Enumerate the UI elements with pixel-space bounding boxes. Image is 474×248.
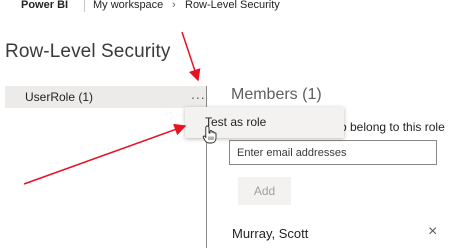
email-addresses-input[interactable]: [229, 140, 437, 165]
member-name: Murray, Scott: [232, 226, 309, 241]
topbar-divider: [84, 0, 85, 12]
page-title: Row-Level Security: [5, 41, 171, 62]
breadcrumb-my-workspace[interactable]: My workspace: [93, 0, 163, 12]
top-bar: Power BI My workspace › Row-Level Securi…: [0, 0, 474, 13]
members-heading: Members (1): [231, 86, 322, 103]
role-context-menu: Test as role: [185, 107, 344, 138]
add-member-button[interactable]: Add: [238, 177, 291, 205]
role-label: UserRole (1): [25, 90, 94, 104]
role-list-item-userrole[interactable]: UserRole (1) ...: [5, 86, 207, 108]
menu-item-test-as-role[interactable]: Test as role: [205, 115, 266, 129]
annotation-arrow-to-ellipsis: [181, 31, 201, 82]
breadcrumb-row-level-security: Row-Level Security: [185, 0, 280, 11]
remove-member-close-icon[interactable]: ×: [428, 224, 437, 240]
more-options-ellipsis-icon[interactable]: ...: [191, 86, 206, 102]
members-description: o belong to this role: [340, 120, 445, 134]
breadcrumb-chevron-icon: ›: [172, 0, 176, 11]
power-bi-logo-text[interactable]: Power BI: [21, 0, 68, 12]
annotation-arrow-to-test-as-role: [23, 123, 187, 185]
